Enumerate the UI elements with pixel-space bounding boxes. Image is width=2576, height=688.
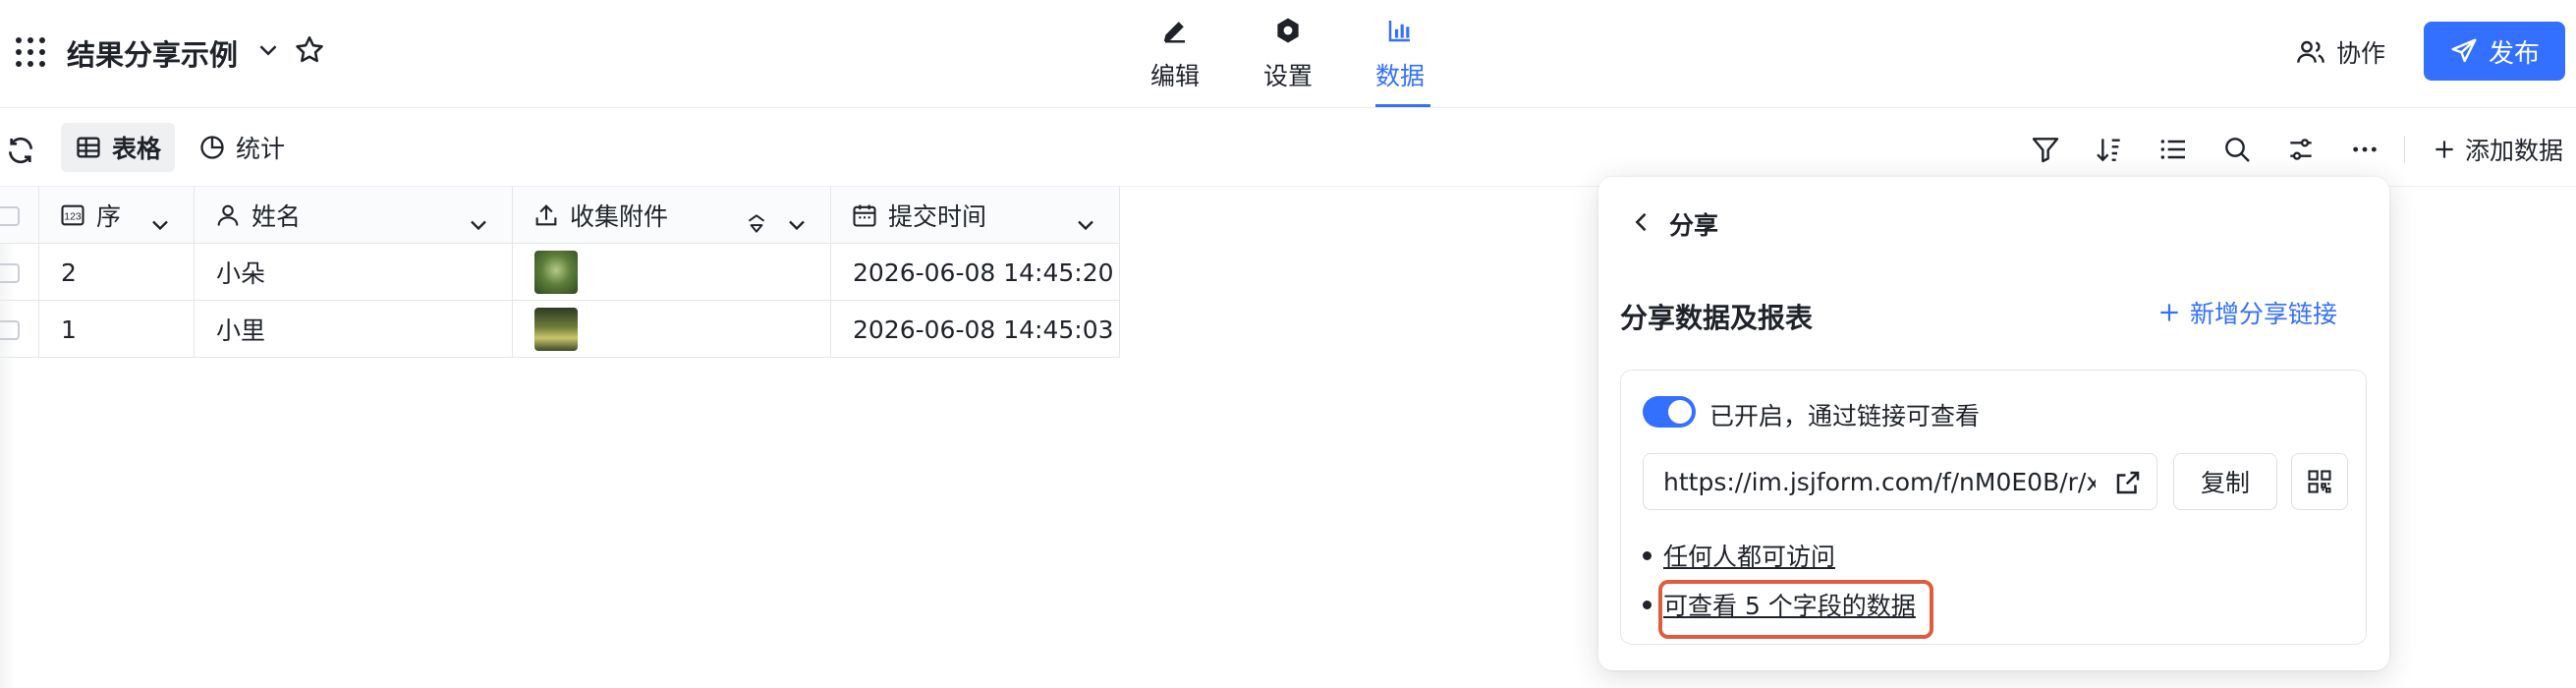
add-share-link-button[interactable]: 新增分享链接 <box>2156 295 2337 330</box>
tab-settings[interactable]: 设置 <box>1249 14 1327 104</box>
row-checkbox[interactable] <box>0 244 39 301</box>
filter-icon[interactable] <box>2030 134 2061 165</box>
view-tab-stats-label: 统计 <box>236 135 286 163</box>
column-header-submit-time[interactable]: 提交时间 <box>831 187 1120 244</box>
pie-chart-icon <box>200 136 224 159</box>
add-data-button[interactable]: 添加数据 <box>2432 132 2563 167</box>
share-url-field[interactable]: https://im.jsjform.com/f/nM0E0B/r/x9 <box>1643 453 2157 510</box>
plus-icon <box>2436 141 2453 158</box>
sort-icon[interactable] <box>2094 134 2125 165</box>
attachment-thumbnail[interactable] <box>534 308 578 351</box>
chevron-down-icon[interactable] <box>465 211 492 239</box>
tab-data[interactable]: 数据 <box>1361 14 1439 107</box>
table-row[interactable]: 2 小朵 2026-06-08 14:45:20 <box>0 244 1120 301</box>
chevron-down-icon[interactable] <box>146 211 174 239</box>
view-toolbar: 表格 统计 添加数据 <box>0 110 2576 187</box>
access-scope-link[interactable]: 任何人都可访问 <box>1663 538 1835 573</box>
tab-edit-label: 编辑 <box>1149 62 1200 90</box>
column-header-attachment[interactable]: 收集附件 <box>513 187 831 244</box>
column-header-seq-label: 序 <box>96 202 122 231</box>
column-header-name[interactable]: 姓名 <box>195 187 513 244</box>
svg-text:123: 123 <box>64 211 82 223</box>
add-data-label: 添加数据 <box>2465 137 2564 165</box>
pen-icon <box>1163 22 1185 43</box>
number-icon: 123 <box>61 204 84 226</box>
calendar-icon <box>853 204 876 227</box>
person-icon <box>217 204 239 226</box>
cell-seq: 2 <box>39 244 195 301</box>
add-share-link-label: 新增分享链接 <box>2190 300 2338 328</box>
column-header-seq[interactable]: 123 序 <box>39 187 195 244</box>
access-scope-item[interactable]: 任何人都可访问 <box>1643 538 1835 573</box>
view-tab-stats[interactable]: 统计 <box>185 123 299 172</box>
settings-hexagon-icon <box>1277 18 1299 43</box>
publish-button[interactable]: 发布 <box>2424 22 2565 81</box>
share-panel-title: 分享 <box>1669 211 1719 240</box>
chevron-down-icon[interactable] <box>1072 211 1099 239</box>
column-header-attachment-label: 收集附件 <box>570 202 669 231</box>
cell-attachment <box>513 244 831 301</box>
bullet-dot <box>1643 550 1652 560</box>
cell-name: 小朵 <box>195 244 513 301</box>
bullet-dot <box>1643 600 1652 609</box>
back-arrow-icon[interactable] <box>1628 208 1655 236</box>
bar-chart-icon <box>1388 21 1410 42</box>
view-tab-table[interactable]: 表格 <box>61 123 176 172</box>
top-bar: 结果分享示例 编辑 设置 数据 协作 发布 <box>0 0 2576 108</box>
highlight-box <box>1658 580 1933 639</box>
tab-data-label: 数据 <box>1374 62 1425 90</box>
share-enabled-toggle[interactable] <box>1643 396 1696 428</box>
publish-label: 发布 <box>2488 38 2540 69</box>
send-icon <box>2451 38 2477 63</box>
table-header-row: 123 序 姓名 收集附件 提交时间 <box>0 187 1120 244</box>
share-section-title: 分享数据及报表 <box>1620 302 1814 334</box>
tab-settings-label: 设置 <box>1262 62 1313 90</box>
column-header-submit-time-label: 提交时间 <box>888 202 987 231</box>
form-title[interactable]: 结果分享示例 <box>67 32 238 74</box>
plus-icon <box>2160 304 2178 321</box>
table-row[interactable]: 1 小里 2026-06-08 14:45:03 <box>0 301 1120 358</box>
row-checkbox[interactable] <box>0 301 39 358</box>
cell-name: 小里 <box>195 301 513 358</box>
search-icon[interactable] <box>2221 134 2253 165</box>
cell-seq: 1 <box>39 301 195 358</box>
view-tab-table-label: 表格 <box>112 135 162 163</box>
open-external-icon[interactable] <box>2113 468 2143 497</box>
chevron-down-icon[interactable] <box>253 35 283 65</box>
column-header-name-label: 姓名 <box>252 202 302 231</box>
chevron-down-icon[interactable] <box>783 211 811 239</box>
apps-grid-icon[interactable] <box>16 37 45 67</box>
star-icon[interactable] <box>293 33 326 67</box>
cell-submit-time: 2026-06-08 14:45:20 <box>831 244 1120 301</box>
select-all-checkbox[interactable] <box>0 187 39 244</box>
active-tab-underline <box>1375 104 1430 107</box>
table-icon <box>77 137 100 158</box>
share-url-text: https://im.jsjform.com/f/nM0E0B/r/x9 <box>1663 467 2096 496</box>
tab-edit[interactable]: 编辑 <box>1136 14 1214 104</box>
collaborate-label: 协作 <box>2336 39 2386 68</box>
qr-code-button[interactable] <box>2291 453 2348 510</box>
copy-link-button[interactable]: 复制 <box>2173 453 2277 510</box>
more-icon[interactable] <box>2349 134 2380 165</box>
sort-field-icon[interactable] <box>744 211 769 237</box>
collaborate-button[interactable]: 协作 <box>2295 28 2385 77</box>
upload-icon <box>535 204 557 226</box>
toolbar-divider <box>2404 136 2405 163</box>
users-icon <box>2297 40 2324 63</box>
cell-submit-time: 2026-06-08 14:45:03 <box>831 301 1120 358</box>
refresh-icon[interactable] <box>5 135 36 166</box>
list-fields-icon[interactable] <box>2157 134 2189 165</box>
cell-attachment <box>513 301 831 358</box>
share-status-text: 已开启，通过链接可查看 <box>1709 402 1981 430</box>
qr-code-icon <box>2308 470 2331 493</box>
adjust-icon[interactable] <box>2285 134 2317 165</box>
attachment-thumbnail[interactable] <box>534 251 578 294</box>
